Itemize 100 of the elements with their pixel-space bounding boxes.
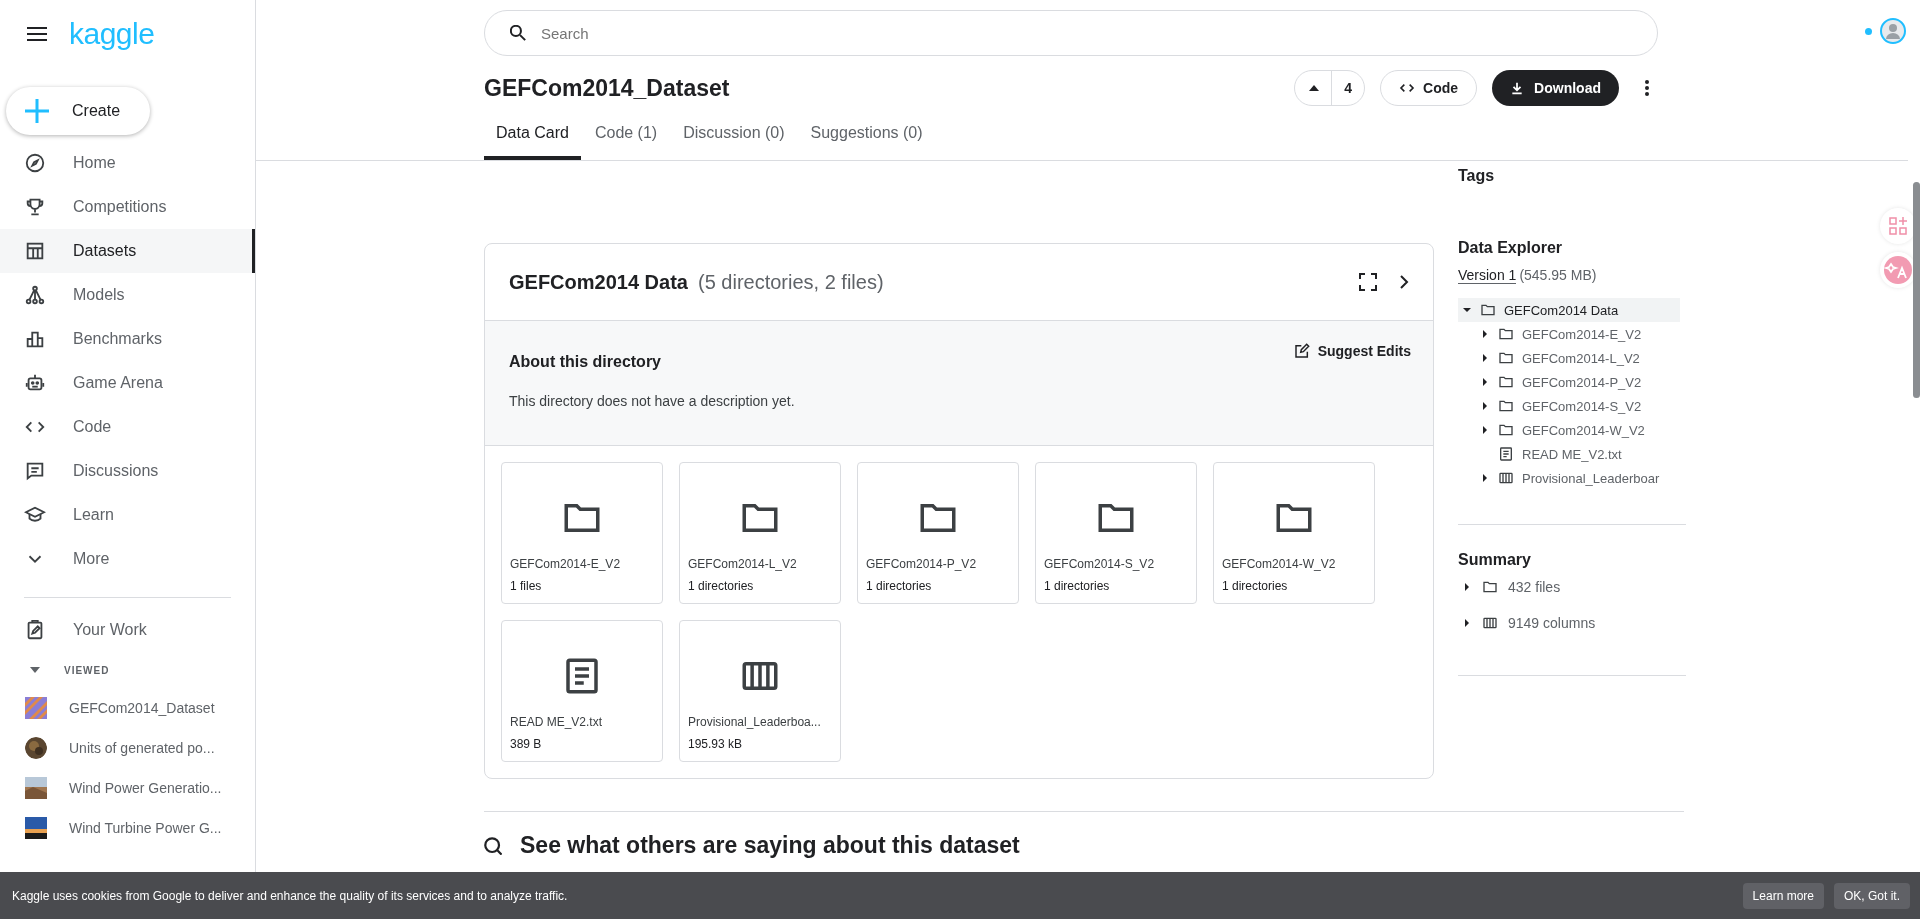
file-meta: 195.93 kB	[688, 737, 744, 751]
nav-item[interactable]: Benchmarks	[0, 317, 255, 361]
accept-button[interactable]: OK, Got it.	[1834, 882, 1910, 909]
fullscreen-icon[interactable]	[1359, 273, 1377, 291]
create-button[interactable]: Create	[6, 87, 151, 135]
notification-dot	[1865, 27, 1872, 35]
search-field[interactable]: Search	[484, 10, 1658, 56]
nav-item[interactable]: Your Work	[0, 608, 255, 652]
apps-button[interactable]	[1880, 208, 1916, 244]
nav-item[interactable]: Learn	[0, 493, 255, 537]
tree-item[interactable]: GEFCom2014-L_V2	[1458, 346, 1680, 370]
learn-more-button[interactable]: Learn more	[1742, 882, 1824, 909]
columns-icon	[1482, 615, 1498, 631]
chevron-right-icon[interactable]	[1399, 275, 1409, 289]
description: This directory does not have a description yet.	[509, 393, 796, 409]
tree-item[interactable]: GEFCom2014-S_V2	[1458, 394, 1680, 418]
file-tile[interactable]: GEFCom2014-L_V2 1 directories	[679, 462, 841, 604]
table-icon	[24, 240, 46, 262]
folder-icon	[1480, 302, 1496, 318]
section-heading: See what others are saying about this dataset	[520, 832, 1020, 859]
suggest-edits-button[interactable]: Suggest Edits	[1293, 343, 1411, 359]
file-meta: 1 directories	[1222, 579, 1289, 593]
file-tile[interactable]: GEFCom2014-P_V2 1 directories	[857, 462, 1019, 604]
models-icon	[24, 284, 46, 306]
document-icon	[1498, 446, 1514, 462]
tab[interactable]: Code (1)	[582, 110, 670, 160]
recent-item[interactable]: Units of generated po...	[0, 728, 255, 768]
summary-item[interactable]: 432 files	[1458, 569, 1686, 605]
menu-icon[interactable]	[27, 27, 47, 41]
tree-item[interactable]: GEFCom2014-E_V2	[1458, 322, 1680, 346]
caret-icon[interactable]	[1463, 583, 1471, 591]
tab[interactable]: Suggestions (0)	[798, 110, 935, 160]
caret-icon[interactable]	[1481, 378, 1489, 386]
plus-icon	[24, 98, 50, 124]
caret-icon[interactable]	[1481, 474, 1489, 482]
file-name: READ ME_V2.txt	[510, 715, 604, 729]
folder-icon	[1498, 422, 1514, 438]
translate-button[interactable]	[1880, 252, 1916, 288]
section-title: Summary	[1458, 551, 1532, 569]
scrollbar[interactable]	[1913, 182, 1920, 398]
tree-item[interactable]: Provisional_Leaderboar	[1458, 466, 1680, 490]
nav-item[interactable]: Home	[0, 141, 255, 185]
file-name: GEFCom2014-E_V2	[510, 557, 622, 571]
compass-icon	[24, 152, 46, 174]
recent-item[interactable]: Wind Power Generatio...	[0, 768, 255, 808]
edit-icon	[1293, 343, 1310, 359]
nav-item[interactable]: Competitions	[0, 185, 255, 229]
apps-icon	[1889, 217, 1907, 235]
file-meta: 1 directories	[866, 579, 933, 593]
file-meta: 1 directories	[688, 579, 755, 593]
nav-item[interactable]: More	[0, 537, 255, 581]
search-icon	[510, 25, 526, 41]
nav-item[interactable]: Datasets	[0, 229, 255, 273]
nav-item[interactable]: Discussions	[0, 449, 255, 493]
chat-icon	[24, 460, 46, 482]
translate-icon	[1884, 256, 1912, 284]
nav-item[interactable]: Code	[0, 405, 255, 449]
code-button[interactable]: Code	[1380, 70, 1478, 106]
section-title: About this directory	[509, 353, 661, 371]
section-heading: VIEWED	[64, 664, 110, 676]
tree-item[interactable]: GEFCom2014-W_V2	[1458, 418, 1680, 442]
version-link[interactable]: Version 1	[1458, 267, 1517, 284]
caret-icon[interactable]	[1481, 402, 1489, 410]
file-tile[interactable]: READ ME_V2.txt 389 B	[501, 620, 663, 762]
file-tile[interactable]: GEFCom2014-S_V2 1 directories	[1035, 462, 1197, 604]
nav-item[interactable]: Game Arena	[0, 361, 255, 405]
file-name: Provisional_Leaderboa...	[688, 715, 822, 729]
folder-icon	[1498, 326, 1514, 342]
caret-icon[interactable]	[1481, 330, 1489, 338]
summary-item[interactable]: 9149 columns	[1458, 605, 1686, 641]
nav-item[interactable]: Models	[0, 273, 255, 317]
search-icon	[484, 836, 502, 855]
upvote-icon	[1309, 85, 1320, 91]
recent-item[interactable]: GEFCom2014_Dataset	[0, 688, 255, 728]
cookie-message: Kaggle uses cookies from Google to deliver and enhance the quality of its services and to analyze traffic.	[12, 888, 568, 903]
tree-item[interactable]: GEFCom2014-P_V2	[1458, 370, 1680, 394]
caret-icon[interactable]	[1463, 619, 1471, 627]
vote-count: 4	[1344, 80, 1353, 96]
more-icon[interactable]	[1644, 79, 1650, 97]
folder-icon	[1498, 374, 1514, 390]
tree-item[interactable]: GEFCom2014 Data	[1458, 298, 1680, 322]
file-name: GEFCom2014-L_V2	[688, 557, 798, 571]
avatar[interactable]	[1880, 18, 1906, 44]
file-meta: 1 files	[510, 579, 543, 593]
file-meta: 389 B	[510, 737, 543, 751]
caret-icon[interactable]	[30, 667, 40, 673]
recent-item[interactable]: Wind Turbine Power G...	[0, 808, 255, 848]
tree-item[interactable]: READ ME_V2.txt	[1458, 442, 1680, 466]
file-tile[interactable]: Provisional_Leaderboa... 195.93 kB	[679, 620, 841, 762]
file-tile[interactable]: GEFCom2014-E_V2 1 files	[501, 462, 663, 604]
file-name: GEFCom2014-S_V2	[1044, 557, 1156, 571]
tab[interactable]: Data Card	[484, 110, 581, 160]
caret-icon[interactable]	[1481, 426, 1489, 434]
tab[interactable]: Discussion (0)	[671, 110, 797, 160]
folder-icon	[1498, 350, 1514, 366]
file-tile[interactable]: GEFCom2014-W_V2 1 directories	[1213, 462, 1375, 604]
caret-icon[interactable]	[1463, 306, 1471, 314]
download-button[interactable]: Download	[1492, 70, 1619, 106]
dataset-title: GEFCom2014_Dataset	[484, 74, 730, 102]
caret-icon[interactable]	[1481, 354, 1489, 362]
